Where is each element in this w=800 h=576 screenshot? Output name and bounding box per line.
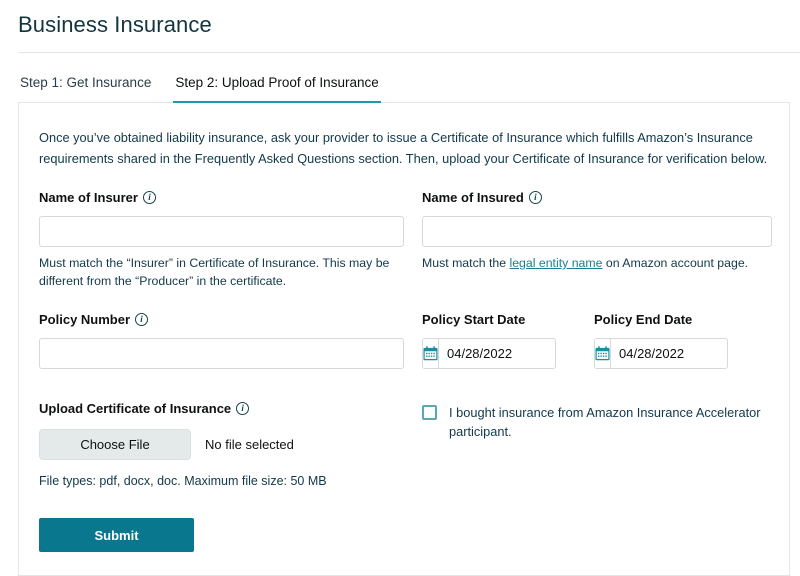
- policy-number-input[interactable]: [39, 338, 404, 369]
- insurer-field-group: Name of Insurer i Must match the “Insure…: [39, 189, 404, 290]
- insured-field-group: Name of Insured i Must match the legal e…: [422, 189, 772, 272]
- tab-step-2[interactable]: Step 2: Upload Proof of Insurance: [173, 72, 380, 104]
- policy-end-date-label: Policy End Date: [594, 311, 728, 328]
- policy-number-field-group: Policy Number i: [39, 311, 404, 369]
- info-icon[interactable]: i: [236, 402, 249, 415]
- policy-end-date-input[interactable]: [611, 339, 728, 368]
- insured-label: Name of Insured i: [422, 189, 772, 206]
- insurer-label: Name of Insurer i: [39, 189, 404, 206]
- accelerator-checkbox[interactable]: [422, 405, 437, 420]
- insured-helper-before: Must match the: [422, 256, 509, 270]
- file-types-helper: File types: pdf, docx, doc. Maximum file…: [39, 474, 404, 488]
- header-divider: [18, 52, 800, 53]
- calendar-icon[interactable]: [595, 339, 611, 368]
- file-input-row: Choose File No file selected: [39, 429, 404, 460]
- policy-start-date-input[interactable]: [439, 339, 556, 368]
- content-panel: Once you’ve obtained liability insurance…: [18, 103, 790, 576]
- choose-file-button[interactable]: Choose File: [39, 429, 191, 460]
- policy-end-date-group: Policy End Date: [594, 311, 728, 369]
- policy-start-date-label: Policy Start Date: [422, 311, 556, 328]
- accelerator-checkbox-label[interactable]: I bought insurance from Amazon Insurance…: [449, 403, 779, 441]
- insured-input[interactable]: [422, 216, 772, 247]
- business-insurance-page: Business Insurance Step 1: Get Insurance…: [0, 0, 800, 576]
- policy-start-date-group: Policy Start Date: [422, 311, 556, 369]
- policy-number-label-text: Policy Number: [39, 311, 130, 328]
- calendar-icon[interactable]: [423, 339, 439, 368]
- insurer-helper-text: Must match the “Insurer” in Certificate …: [39, 254, 399, 290]
- insured-helper-after: on Amazon account page.: [602, 256, 748, 270]
- page-title: Business Insurance: [18, 11, 212, 39]
- upload-label: Upload Certificate of Insurance i: [39, 400, 404, 417]
- upload-field-group: Upload Certificate of Insurance i Choose…: [39, 400, 404, 488]
- upload-label-text: Upload Certificate of Insurance: [39, 400, 231, 417]
- no-file-selected-text: No file selected: [205, 437, 294, 452]
- insured-label-text: Name of Insured: [422, 189, 524, 206]
- policy-start-date-box[interactable]: [422, 338, 556, 369]
- tab-bar: Step 1: Get Insurance Step 2: Upload Pro…: [18, 72, 790, 103]
- insurer-label-text: Name of Insurer: [39, 189, 138, 206]
- insured-helper-text: Must match the legal entity name on Amaz…: [422, 254, 772, 272]
- policy-end-date-box[interactable]: [594, 338, 728, 369]
- info-icon[interactable]: i: [135, 313, 148, 326]
- submit-button[interactable]: Submit: [39, 518, 194, 552]
- intro-text: Once you’ve obtained liability insurance…: [39, 127, 769, 169]
- policy-dates-group: Policy Start Date: [422, 311, 728, 369]
- tab-step-1[interactable]: Step 1: Get Insurance: [18, 72, 153, 104]
- info-icon[interactable]: i: [143, 191, 156, 204]
- legal-entity-name-link[interactable]: legal entity name: [509, 256, 602, 270]
- info-icon[interactable]: i: [529, 191, 542, 204]
- accelerator-checkbox-group: I bought insurance from Amazon Insurance…: [422, 403, 779, 441]
- accelerator-checkbox-row[interactable]: I bought insurance from Amazon Insurance…: [422, 403, 779, 441]
- insurer-input[interactable]: [39, 216, 404, 247]
- policy-number-label: Policy Number i: [39, 311, 404, 328]
